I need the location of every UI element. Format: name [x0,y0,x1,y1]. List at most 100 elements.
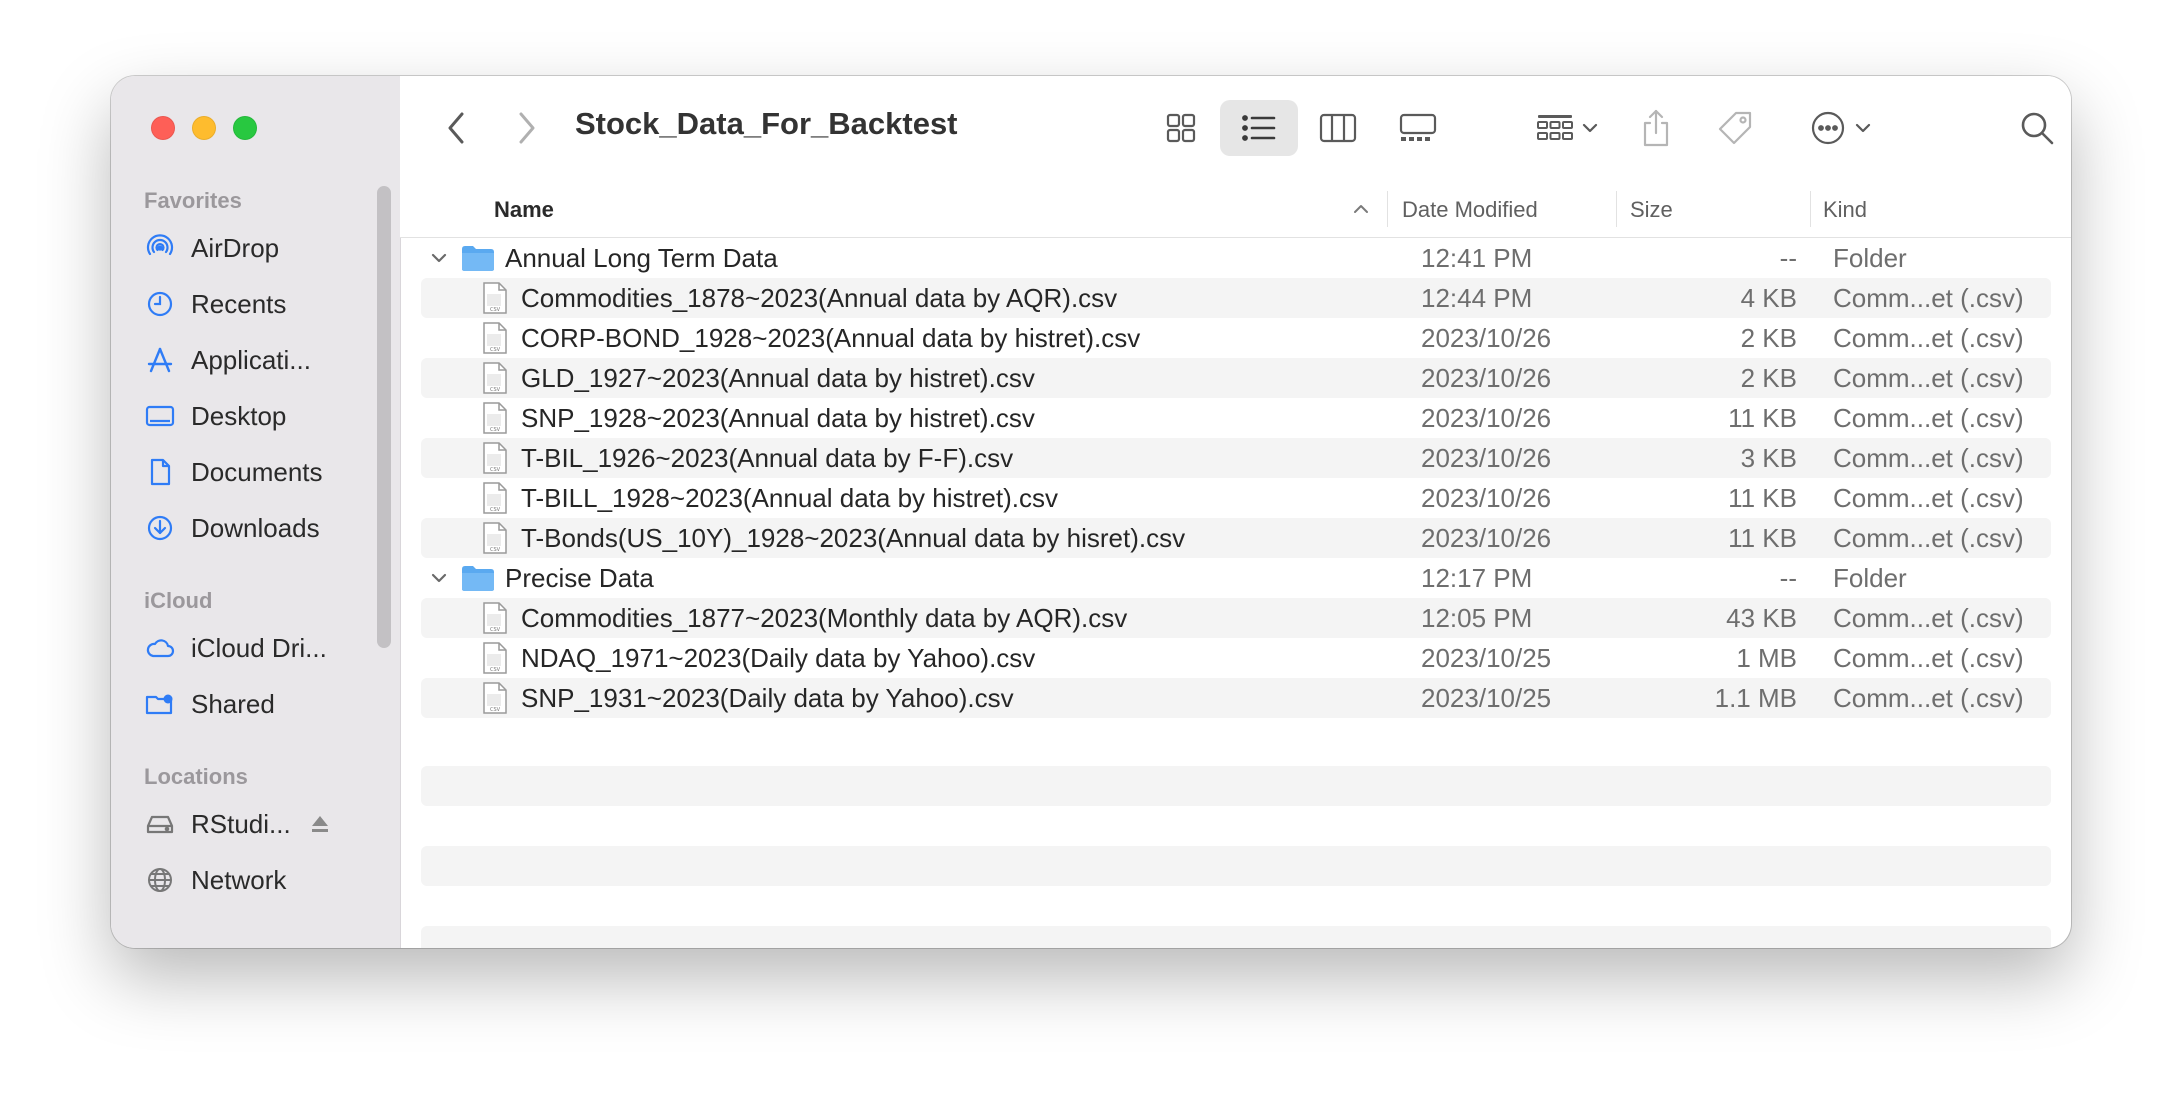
svg-text:CSV: CSV [490,667,501,673]
sidebar-item-shared[interactable]: Shared [143,682,373,726]
sidebar-item-desktop[interactable]: Desktop [143,394,373,438]
tag-button[interactable] [1710,104,1760,152]
icon-grid-icon [1166,113,1196,143]
date-modified: 12:05 PM [1421,602,1533,633]
applications-icon [143,343,177,377]
minimize-button[interactable] [192,116,216,140]
share-button[interactable] [1632,100,1680,156]
cloud-icon [143,631,177,665]
forward-button[interactable] [506,106,548,150]
column-size[interactable]: Size [1630,197,1673,223]
file-kind: Folder [1833,562,1907,593]
folder-row-annual-long-term-data[interactable]: Annual Long Term Data 12:41 PM -- Folder [421,238,2051,278]
file-size: -- [1779,562,1797,593]
sidebar-item-label: Shared [191,688,275,719]
finder-window: Favorites AirDrop Recents Applicati... D… [111,76,2071,948]
back-button[interactable] [435,106,477,150]
sidebar-item-label: Documents [191,456,323,487]
svg-text:CSV: CSV [490,427,501,433]
file-row[interactable]: CSV T-BILL_1928~2023(Annual data by hist… [421,478,2051,518]
list-view-button[interactable] [1234,104,1284,152]
date-modified: 2023/10/26 [1421,322,1552,353]
file-kind: Comm...et (.csv) [1833,482,2024,513]
sort-ascending-icon [1354,205,1368,213]
globe-icon [143,863,177,897]
icon-view-button[interactable] [1156,104,1206,152]
file-row[interactable]: CSV SNP_1928~2023(Annual data by histret… [421,398,2051,438]
sidebar-item-network[interactable]: Network [143,858,373,902]
column-kind[interactable]: Kind [1823,197,1867,223]
sidebar: Favorites AirDrop Recents Applicati... D… [111,76,401,948]
sidebar-item-documents[interactable]: Documents [143,450,373,494]
close-button[interactable] [151,116,175,140]
sidebar-item-label: iCloud Dri... [191,632,327,663]
sidebar-scrollbar[interactable] [377,186,391,648]
file-row[interactable]: CSV CORP-BOND_1928~2023(Annual data by h… [421,318,2051,358]
sidebar-section-locations: Locations [144,764,248,789]
column-view-button[interactable] [1312,104,1364,152]
disclosure-chevron-down-icon[interactable] [429,568,449,588]
file-name: SNP_1931~2023(Daily data by Yahoo).csv [521,682,1014,713]
sidebar-item-applications[interactable]: Applicati... [143,338,373,382]
disclosure-chevron-down-icon[interactable] [429,248,449,268]
clock-icon [143,287,177,321]
group-by-button[interactable] [1528,104,1606,152]
ellipsis-circle-icon [1811,111,1845,145]
sidebar-item-downloads[interactable]: Downloads [143,506,373,550]
chevron-right-icon [519,112,535,144]
file-row[interactable]: CSV NDAQ_1971~2023(Daily data by Yahoo).… [421,638,2051,678]
svg-text:CSV: CSV [490,387,501,393]
share-icon [1643,109,1669,147]
file-list: Annual Long Term Data 12:41 PM -- Folder… [421,238,2051,948]
csv-file-icon: CSV [483,362,507,394]
file-size: 43 KB [1726,602,1797,633]
sidebar-section-favorites: Favorites [144,188,242,213]
file-row[interactable]: CSV GLD_1927~2023(Annual data by histret… [421,358,2051,398]
file-row[interactable]: CSV SNP_1931~2023(Daily data by Yahoo).c… [421,678,2051,718]
drive-icon [143,807,177,841]
file-kind: Comm...et (.csv) [1833,442,2024,473]
file-size: 11 KB [1728,482,1797,513]
search-button[interactable] [2012,104,2062,152]
gallery-icon [1399,113,1437,141]
date-modified: 12:41 PM [1421,242,1533,273]
date-modified: 2023/10/26 [1421,442,1552,473]
file-row[interactable]: CSV Commodities_1878~2023(Annual data by… [421,278,2051,318]
more-actions-button[interactable] [1798,104,1882,152]
folder-row-precise-data[interactable]: Precise Data 12:17 PM -- Folder [421,558,2051,598]
column-name[interactable]: Name [494,197,554,223]
file-name: Annual Long Term Data [505,242,778,273]
column-divider[interactable] [1810,191,1811,227]
date-modified: 12:17 PM [1421,562,1533,593]
sidebar-item-label: Network [191,864,287,895]
sidebar-item-icloud-drive[interactable]: iCloud Dri... [143,626,373,670]
list-icon [1242,115,1276,141]
file-name: CORP-BOND_1928~2023(Annual data by histr… [521,322,1141,353]
chevron-left-icon [448,112,464,144]
file-kind: Comm...et (.csv) [1833,602,2024,633]
svg-text:CSV: CSV [490,347,501,353]
file-size: 11 KB [1728,522,1797,553]
file-kind: Comm...et (.csv) [1833,682,2024,713]
file-row[interactable]: CSV T-BIL_1926~2023(Annual data by F-F).… [421,438,2051,478]
svg-text:CSV: CSV [490,467,501,473]
column-divider[interactable] [1616,191,1617,227]
sidebar-item-label: Applicati... [191,344,311,375]
sidebar-section-icloud: iCloud [144,588,213,613]
file-size: 2 KB [1740,362,1797,393]
file-row[interactable]: CSV Commodities_1877~2023(Monthly data b… [421,598,2051,638]
file-size: 3 KB [1740,442,1797,473]
file-kind: Folder [1833,242,1907,273]
zoom-button[interactable] [233,116,257,140]
sidebar-item-rstudio[interactable]: RStudi... [143,802,373,846]
sidebar-item-recents[interactable]: Recents [143,282,373,326]
sidebar-item-airdrop[interactable]: AirDrop [143,226,373,270]
file-kind: Comm...et (.csv) [1833,362,2024,393]
column-date-modified[interactable]: Date Modified [1402,197,1538,223]
sidebar-item-label: AirDrop [191,232,280,263]
file-name: SNP_1928~2023(Annual data by histret).cs… [521,402,1035,433]
eject-icon[interactable] [309,813,331,835]
column-divider[interactable] [1387,191,1388,227]
file-row[interactable]: CSV T-Bonds(US_10Y)_1928~2023(Annual dat… [421,518,2051,558]
gallery-view-button[interactable] [1390,104,1446,152]
